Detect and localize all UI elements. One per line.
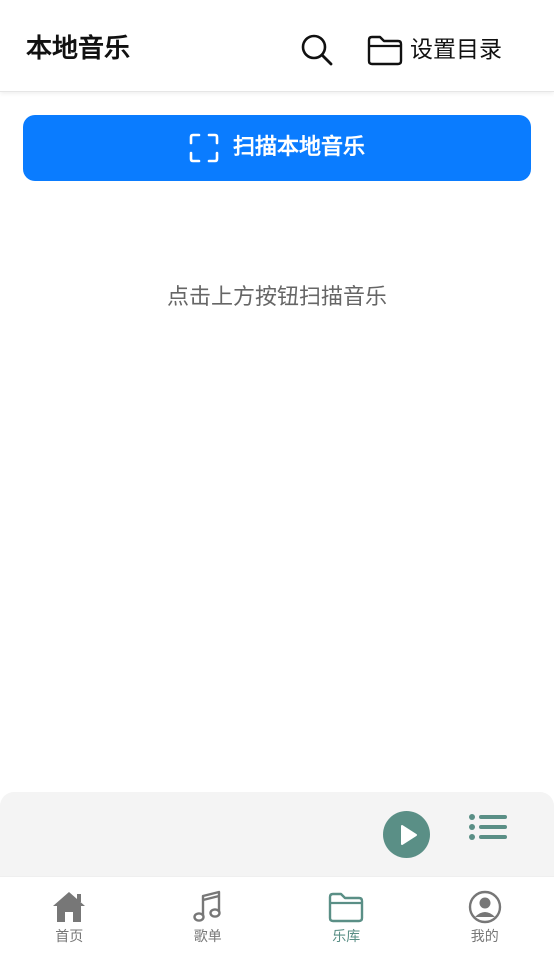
set-directory-label: 设置目录 (410, 37, 502, 63)
mini-player-bar (0, 792, 554, 876)
music-note-icon (193, 890, 221, 922)
nav-item-playlists[interactable]: 歌单 (139, 877, 278, 953)
user-icon (468, 890, 501, 924)
empty-state-hint: 点击上方按钮扫描音乐 (166, 285, 387, 310)
playlist-button[interactable] (467, 812, 509, 842)
nav-label-mine: 我的 (470, 929, 499, 945)
nav-item-home[interactable]: 首页 (0, 877, 139, 953)
set-directory-button[interactable]: 设置目录 (366, 30, 502, 70)
search-button[interactable] (299, 32, 335, 68)
scan-local-music-button[interactable]: 扫描本地音乐 (23, 115, 531, 181)
page-title: 本地音乐 (26, 34, 131, 64)
folder-icon (367, 35, 403, 66)
nav-label-home: 首页 (55, 929, 84, 945)
play-button[interactable] (383, 811, 430, 858)
app-root: 本地音乐 设置目录 扫描本地音乐 点击上方按钮扫描音乐 首页 歌单 乐库 我的 (0, 0, 554, 953)
scan-button-label: 扫描本地音乐 (232, 135, 365, 160)
scan-icon (189, 133, 219, 163)
nav-label-library: 乐库 (332, 929, 361, 945)
home-icon (53, 892, 86, 922)
play-icon (400, 824, 417, 845)
nav-label-playlists: 歌单 (193, 929, 222, 945)
playlist-icon (469, 814, 507, 840)
bottom-navigation: 首页 歌单 乐库 我的 (0, 876, 554, 953)
app-header: 本地音乐 设置目录 (0, 0, 554, 92)
nav-item-library[interactable]: 乐库 (277, 877, 416, 953)
search-icon (301, 34, 333, 66)
folder-icon (329, 892, 364, 923)
nav-item-mine[interactable]: 我的 (416, 877, 554, 953)
